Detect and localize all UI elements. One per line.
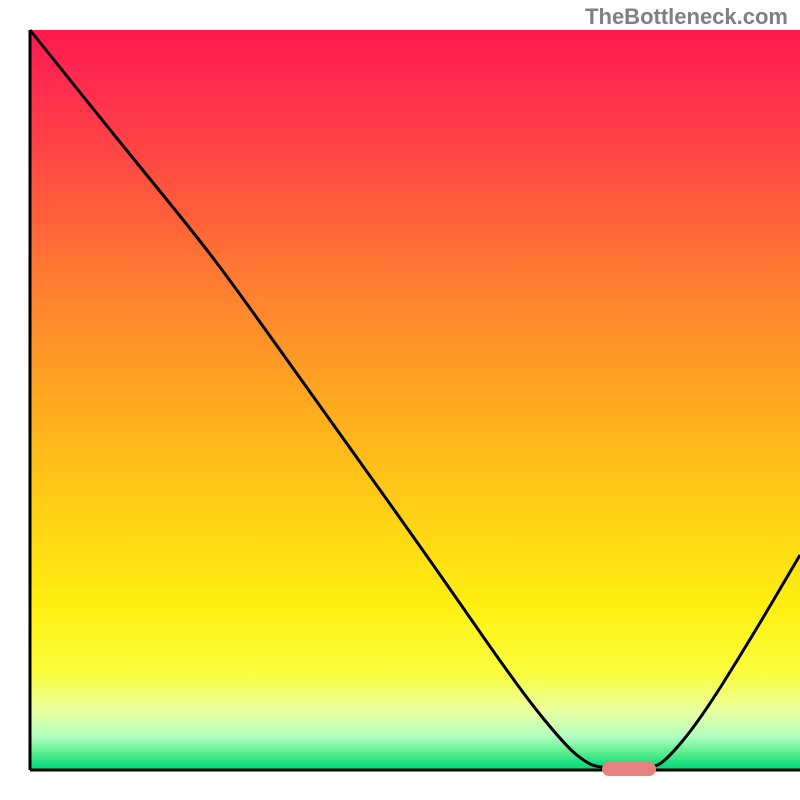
- chart-svg: [0, 0, 800, 800]
- watermark-text: TheBottleneck.com: [585, 4, 788, 30]
- optimal-marker: [602, 762, 656, 776]
- bottleneck-chart: TheBottleneck.com: [0, 0, 800, 800]
- plot-background: [30, 30, 800, 770]
